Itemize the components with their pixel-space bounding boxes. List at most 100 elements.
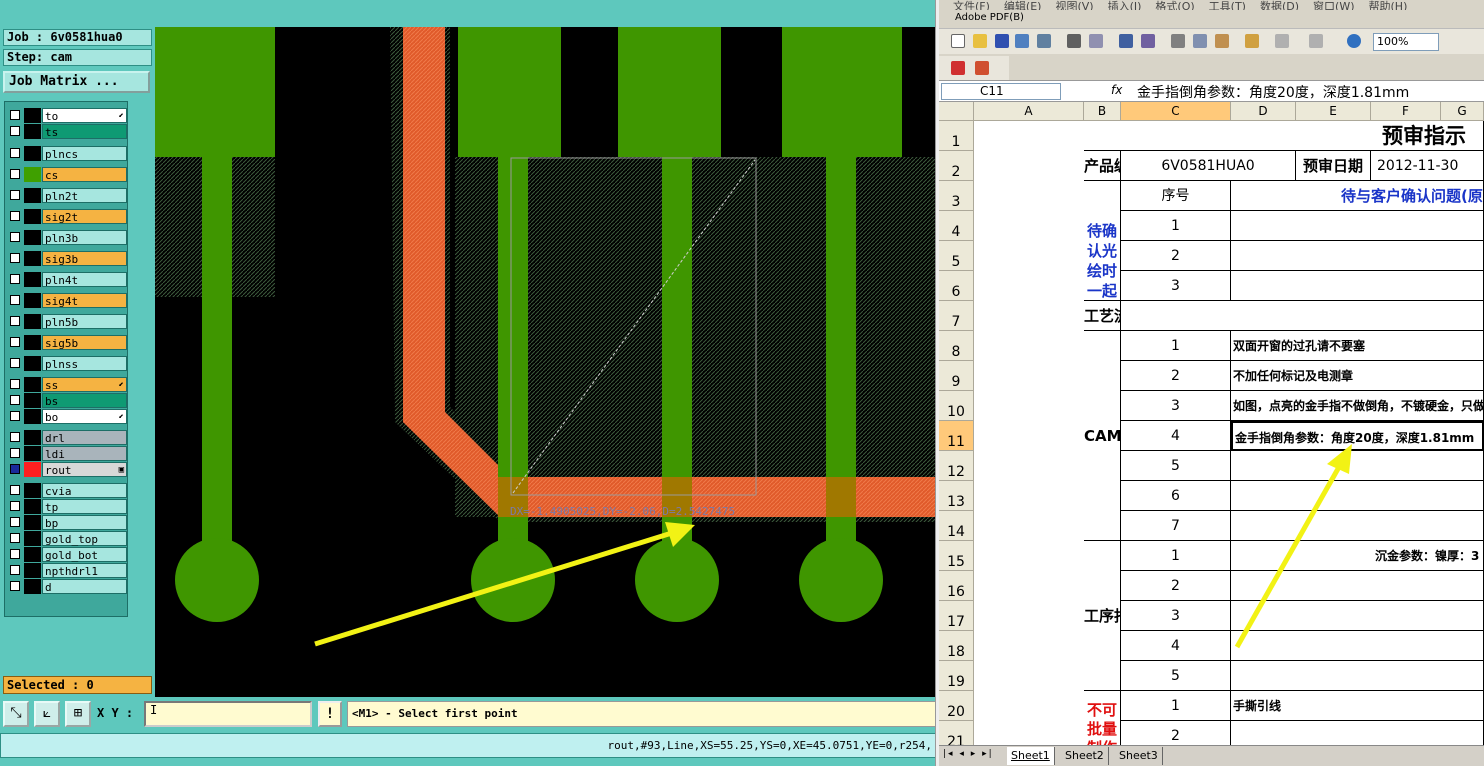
row-header-7[interactable]: 7 — [939, 301, 974, 331]
redo-icon[interactable] — [1309, 34, 1323, 48]
issue-content[interactable] — [1231, 241, 1484, 271]
layer-checkbox[interactable] — [10, 432, 20, 442]
layer-name[interactable]: ldi — [42, 446, 127, 461]
excel-menu-item[interactable]: 窗口(W) — [1313, 0, 1354, 10]
issues-header[interactable]: 待与客户确认问题(原因与内容) — [1231, 181, 1484, 211]
cam-seq[interactable]: 1 — [1121, 331, 1231, 361]
column-header-C[interactable]: C — [1121, 102, 1231, 121]
layer-checkbox[interactable] — [10, 533, 20, 543]
sheet-title[interactable]: 预审指示 — [1084, 121, 1484, 151]
layer-row-ss[interactable]: ss ⬋ — [7, 377, 127, 392]
sheet-tab-sheet1[interactable]: Sheet1 — [1007, 747, 1055, 765]
layer-checkbox[interactable] — [10, 316, 20, 326]
process-label[interactable]: 工艺流程指示 — [1084, 301, 1121, 331]
layer-name[interactable]: bo ⬋ — [42, 409, 127, 424]
row-header-4[interactable]: 4 — [939, 211, 974, 241]
row-header-21[interactable]: 21 — [939, 721, 974, 745]
cam-item[interactable] — [1231, 481, 1484, 511]
row-header-1[interactable]: 1 — [939, 121, 974, 151]
layer-name[interactable]: rout ▣ — [42, 462, 127, 477]
issue-content[interactable] — [1231, 211, 1484, 241]
layer-checkbox[interactable] — [10, 337, 20, 347]
layer-name[interactable]: tp — [42, 499, 127, 514]
hard-seq[interactable]: 2 — [1121, 721, 1231, 745]
layer-name[interactable]: drl — [42, 430, 127, 445]
row-header-15[interactable]: 15 — [939, 541, 974, 571]
layer-row-pln5b[interactable]: pln5b — [7, 314, 127, 329]
step-label[interactable]: 工序指示 — [1084, 541, 1121, 691]
layer-name[interactable]: gold_top — [42, 531, 127, 546]
warning-button[interactable]: ! — [318, 701, 342, 727]
layer-row-bp[interactable]: bp — [7, 515, 127, 530]
cam-item[interactable] — [1231, 451, 1484, 481]
layer-row-pln4t[interactable]: pln4t — [7, 272, 127, 287]
hard-item[interactable]: 手撕引线 — [1231, 691, 1484, 721]
layer-checkbox[interactable] — [10, 464, 20, 474]
worksheet-grid[interactable]: A B C D E F G 1 2 3 4 5 6 7 8 9 10 11 12 13 14 15 16 17 18 19 20 21… — [939, 102, 1484, 745]
layer-checkbox[interactable] — [10, 232, 20, 242]
measure-tool-button[interactable]: ⟀ — [34, 701, 60, 727]
issue-seq[interactable]: 2 — [1121, 241, 1231, 271]
layer-name[interactable]: sig3b — [42, 251, 127, 266]
grid-corner[interactable] — [939, 102, 974, 121]
excel-menu-item[interactable]: 格式(O) — [1155, 0, 1194, 10]
sheet-nav-buttons[interactable]: |◂ ◂ ▸ ▸| — [943, 749, 994, 759]
layer-checkbox[interactable] — [10, 395, 20, 405]
adobe-pdf-menu[interactable]: Adobe PDF(B) — [955, 12, 1024, 23]
layer-checkbox[interactable] — [10, 126, 20, 136]
layer-row-rout[interactable]: rout ▣ — [7, 462, 127, 477]
layer-checkbox[interactable] — [10, 501, 20, 511]
row-header-11[interactable]: 11 — [939, 421, 974, 451]
layer-row-cvia[interactable]: cvia — [7, 483, 127, 498]
layer-row-npthdrl1[interactable]: npthdrl1 — [7, 563, 127, 578]
zoom-fit-button[interactable]: ⤡ — [3, 701, 29, 727]
step-item[interactable] — [1231, 601, 1484, 631]
layer-name[interactable]: plnss — [42, 356, 127, 371]
cam-seq[interactable]: 3 — [1121, 391, 1231, 421]
step-item[interactable] — [1231, 571, 1484, 601]
row-header-8[interactable]: 8 — [939, 331, 974, 361]
step-item[interactable] — [1231, 661, 1484, 691]
column-header-F[interactable]: F — [1371, 102, 1441, 121]
layer-name[interactable]: sig2t — [42, 209, 127, 224]
column-header-B[interactable]: B — [1084, 102, 1121, 121]
layer-checkbox[interactable] — [10, 549, 20, 559]
layer-checkbox[interactable] — [10, 295, 20, 305]
row-header-2[interactable]: 2 — [939, 151, 974, 181]
seq-label[interactable]: 序号 — [1121, 181, 1231, 211]
layer-name[interactable]: d — [42, 579, 127, 594]
layer-row-sig5b[interactable]: sig5b — [7, 335, 127, 350]
job-matrix-button[interactable]: Job Matrix ... — [3, 71, 150, 93]
format-painter-icon[interactable] — [1245, 34, 1259, 48]
layer-name[interactable]: pln5b — [42, 314, 127, 329]
layer-checkbox[interactable] — [10, 169, 20, 179]
layer-row-sig4t[interactable]: sig4t — [7, 293, 127, 308]
layer-row-d[interactable]: d — [7, 579, 127, 594]
confirm-label[interactable]: 待确认光绘时一起确认问题 — [1084, 181, 1121, 301]
cam-graphics-canvas[interactable]: DX=-1.4905025,DY=-2.06,D=2.5427475 — [155, 27, 935, 697]
paste-icon[interactable] — [1215, 34, 1229, 48]
layer-row-ts[interactable]: ts — [7, 124, 127, 139]
cam-seq[interactable]: 7 — [1121, 511, 1231, 541]
layer-name[interactable]: cvia — [42, 483, 127, 498]
cam-item[interactable]: 如图，点亮的金手指不做倒角，不镀硬金，只做普通的沉金 — [1231, 391, 1484, 421]
layer-checkbox[interactable] — [10, 565, 20, 575]
sheet-tab-sheet2[interactable]: Sheet2 — [1061, 747, 1109, 765]
hard-seq[interactable]: 1 — [1121, 691, 1231, 721]
column-header-E[interactable]: E — [1296, 102, 1371, 121]
print-icon[interactable] — [1067, 34, 1081, 48]
step-seq[interactable]: 4 — [1121, 631, 1231, 661]
cam-item[interactable]: 金手指倒角参数：角度20度，深度1.81mm — [1231, 421, 1484, 451]
row-header-12[interactable]: 12 — [939, 451, 974, 481]
layer-row-pln3b[interactable]: pln3b — [7, 230, 127, 245]
hard-label[interactable]: 不可批量制作的难点项目 — [1084, 691, 1121, 745]
cam-item[interactable]: 双面开窗的过孔请不要塞 — [1231, 331, 1484, 361]
layer-name[interactable]: pln3b — [42, 230, 127, 245]
row-header-5[interactable]: 5 — [939, 241, 974, 271]
step-seq[interactable]: 1 — [1121, 541, 1231, 571]
row-header-3[interactable]: 3 — [939, 181, 974, 211]
research-icon[interactable] — [1141, 34, 1155, 48]
excel-menu-item[interactable]: 编辑(E) — [1004, 0, 1042, 10]
row-header-9[interactable]: 9 — [939, 361, 974, 391]
cam-seq[interactable]: 2 — [1121, 361, 1231, 391]
